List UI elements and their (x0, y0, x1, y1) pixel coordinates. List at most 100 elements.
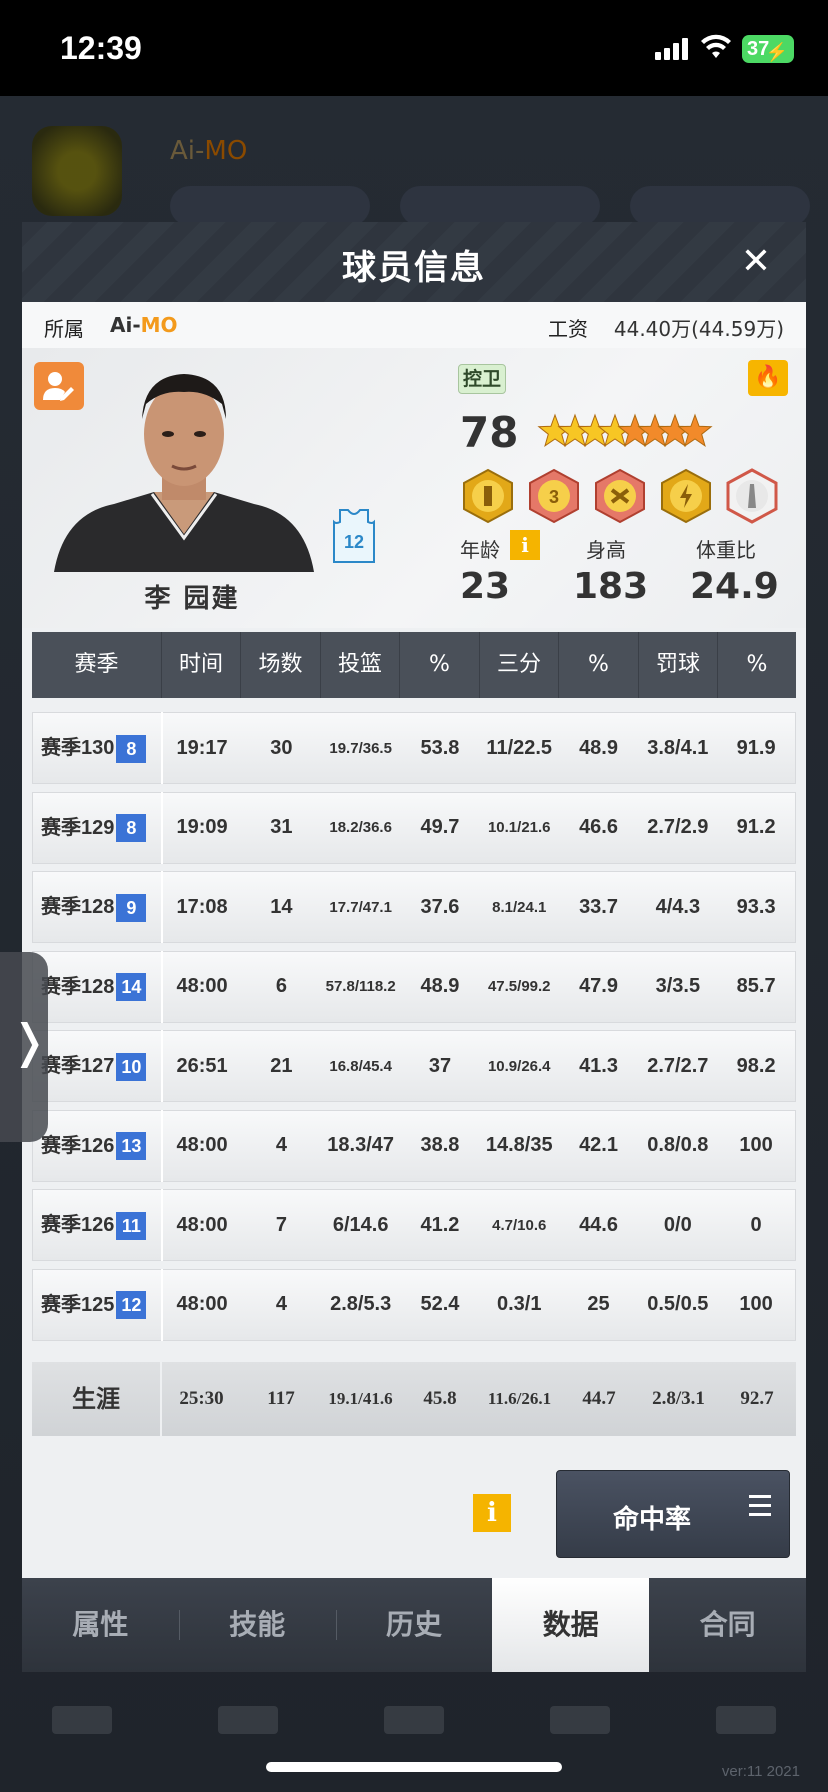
header-three[interactable]: 三分 (480, 632, 559, 698)
cell-games: 14 (270, 895, 293, 918)
table-row[interactable]: 赛季125 12 48:00 4 2.8/5.3 52.4 0.3/1 25 0.5/0.5 10… (32, 1268, 796, 1341)
career-row: 生涯 25:30 117 19.1/41.6 45.8 11.6/26.1 44… (32, 1362, 796, 1436)
cell-games: 6 (275, 975, 287, 997)
cell-fg-pct: 37 (428, 1054, 452, 1077)
close-icon[interactable]: ✕ (736, 242, 776, 282)
season-badge: 10 (116, 1052, 147, 1081)
info-icon[interactable]: i (473, 1494, 511, 1532)
player-info-modal: 球员信息 ✕ 所属 Ai-MO 工资 44.40万(44.59万) 12 李 园… (22, 222, 806, 1672)
cell-time: 26:51 (176, 1054, 228, 1077)
tab-history[interactable]: 历史 (335, 1578, 493, 1672)
header-games[interactable]: 场数 (241, 632, 321, 698)
season-cell: 赛季130 8 (33, 712, 163, 784)
skill-badge-post-icon[interactable] (460, 468, 516, 524)
season-badge: 8 (116, 814, 147, 843)
table-row[interactable]: 赛季126 11 48:00 7 6/14.6 41.2 4.7/10.6 44.6 0/0 0 (32, 1189, 796, 1261)
table-row[interactable]: 赛季128 14 48:00 6 57.8/118.2 48.9 47.5/99.2 47.9… (32, 950, 796, 1023)
cell-fg-pct: 52.4 (420, 1293, 460, 1315)
charging-bolt-icon: ⚡ (765, 42, 788, 62)
skill-badge-three-point-icon[interactable]: 3 (526, 468, 582, 524)
skill-badge-shooter-icon[interactable] (724, 468, 780, 524)
cell-ft-pct: 91.2 (736, 816, 776, 838)
cell-fg-pct: 38.8 (420, 1134, 460, 1156)
team-name: Ai-MO (110, 313, 178, 337)
cell-time: 19:17 (176, 736, 228, 759)
weight-ratio-label: 体重比 (696, 538, 756, 562)
season-badge: 13 (116, 1132, 147, 1161)
tab-attributes[interactable]: 属性 (22, 1578, 179, 1672)
header-season[interactable]: 赛季 (32, 632, 162, 698)
age-info-icon[interactable]: i (510, 530, 540, 560)
cell-fg-pct: 41.2 (420, 1213, 460, 1236)
table-row[interactable]: 赛季130 8 19:17 30 19.7/36.5 53.8 11/22.5 48.9 3.8… (32, 712, 796, 784)
position-badge: 控卫 (458, 364, 507, 394)
cell-ft-pct: 85.7 (736, 975, 776, 997)
header-three-pct[interactable]: % (559, 632, 639, 698)
season-cell: 赛季126 11 (33, 1189, 163, 1261)
header-ft-pct[interactable]: % (718, 632, 796, 698)
chevron-right-icon: ❭ (10, 1014, 49, 1068)
weight-ratio-value: 24.9 (690, 566, 779, 607)
table-row[interactable]: 赛季126 13 48:00 4 18.3/47 38.8 14.8/35 42.1 0.8/0… (32, 1109, 796, 1182)
season-label: 赛季128 (41, 975, 115, 998)
season-cell: 赛季129 8 (33, 791, 163, 864)
modal-header: 球员信息 ✕ (22, 222, 806, 302)
cell-three: 0.3/1 (497, 1293, 542, 1315)
battery-indicator: 37 ⚡ (742, 35, 794, 63)
cell-fg-pct: 48.9 (420, 975, 460, 997)
cell-ft: 0.5/0.5 (647, 1293, 709, 1315)
cell-games: 4 (275, 1293, 287, 1315)
height-label: 身高 (586, 538, 626, 562)
cell-fg: 18.2/36.6 (329, 819, 392, 836)
career-three-pct: 44.7 (582, 1388, 616, 1409)
background-resource-bar (170, 186, 810, 226)
header-time[interactable]: 时间 (162, 632, 241, 698)
header-fg[interactable]: 投篮 (321, 632, 400, 698)
background-footer (0, 1676, 828, 1792)
fire-icon[interactable]: 🔥 (748, 360, 788, 396)
cell-three: 10.9/26.4 (487, 1057, 551, 1075)
cell-three: 47.5/99.2 (487, 978, 551, 995)
cell-ft-pct: 100 (739, 1293, 773, 1315)
jersey-icon: 12 (333, 509, 375, 563)
table-row[interactable]: 赛季128 9 17:08 14 17.7/47.1 37.6 8.1/24.1 33.7 4/… (32, 871, 796, 943)
side-drawer-handle[interactable]: ❭ (0, 952, 49, 1142)
home-indicator (266, 1762, 562, 1772)
skill-badges: 3 (460, 468, 790, 524)
season-label: 赛季128 (41, 896, 115, 918)
cell-three: 10.1/21.6 (487, 819, 551, 836)
tab-data[interactable]: 数据 (492, 1578, 650, 1672)
status-bar: 12:39 37 ⚡ (0, 0, 828, 96)
header-ft[interactable]: 罚球 (639, 632, 718, 698)
cell-time: 17:08 (176, 895, 228, 918)
tab-skills[interactable]: 技能 (178, 1578, 336, 1672)
cell-three-pct: 33.7 (579, 895, 618, 918)
cell-time: 48:00 (176, 1213, 228, 1236)
accuracy-button[interactable]: 命中率 (556, 1470, 790, 1558)
table-row[interactable]: 赛季127 10 26:51 21 16.8/45.4 37 10.9/26.4 41.3 2.… (32, 1030, 796, 1102)
svg-text:3: 3 (549, 487, 559, 507)
cell-ft-pct: 91.9 (736, 736, 776, 759)
season-badge: 9 (116, 893, 147, 922)
background-team-name: Ai-MO (170, 136, 248, 166)
cell-fg: 19.7/36.5 (329, 739, 392, 757)
season-label: 赛季130 (41, 737, 115, 759)
cell-fg: 6/14.6 (332, 1213, 389, 1236)
cell-three-pct: 41.3 (579, 1054, 618, 1077)
season-badge: 11 (116, 1211, 147, 1240)
version-label: ver:11 2021 (721, 1763, 800, 1780)
table-row[interactable]: 赛季129 8 19:09 31 18.2/36.6 49.7 10.1/21.6 46.6 2… (32, 791, 796, 864)
header-fg-pct[interactable]: % (400, 632, 480, 698)
career-ft-pct: 92.7 (740, 1388, 774, 1409)
cell-fg: 2.8/5.3 (330, 1293, 392, 1315)
cell-fg: 17.7/47.1 (329, 898, 392, 916)
cell-ft-pct: 0 (750, 1213, 762, 1236)
cell-fg: 16.8/45.4 (329, 1057, 392, 1075)
tab-contract[interactable]: 合同 (649, 1578, 806, 1672)
stats-table-header: 赛季 时间 场数 投篮 % 三分 % 罚球 % (32, 632, 796, 698)
skill-badge-defense-icon[interactable] (592, 468, 648, 524)
skill-badge-speed-icon[interactable] (658, 468, 714, 524)
cell-fg-pct: 37.6 (420, 895, 460, 918)
cell-three-pct: 47.9 (579, 975, 618, 997)
cell-time: 48:00 (176, 1293, 228, 1315)
